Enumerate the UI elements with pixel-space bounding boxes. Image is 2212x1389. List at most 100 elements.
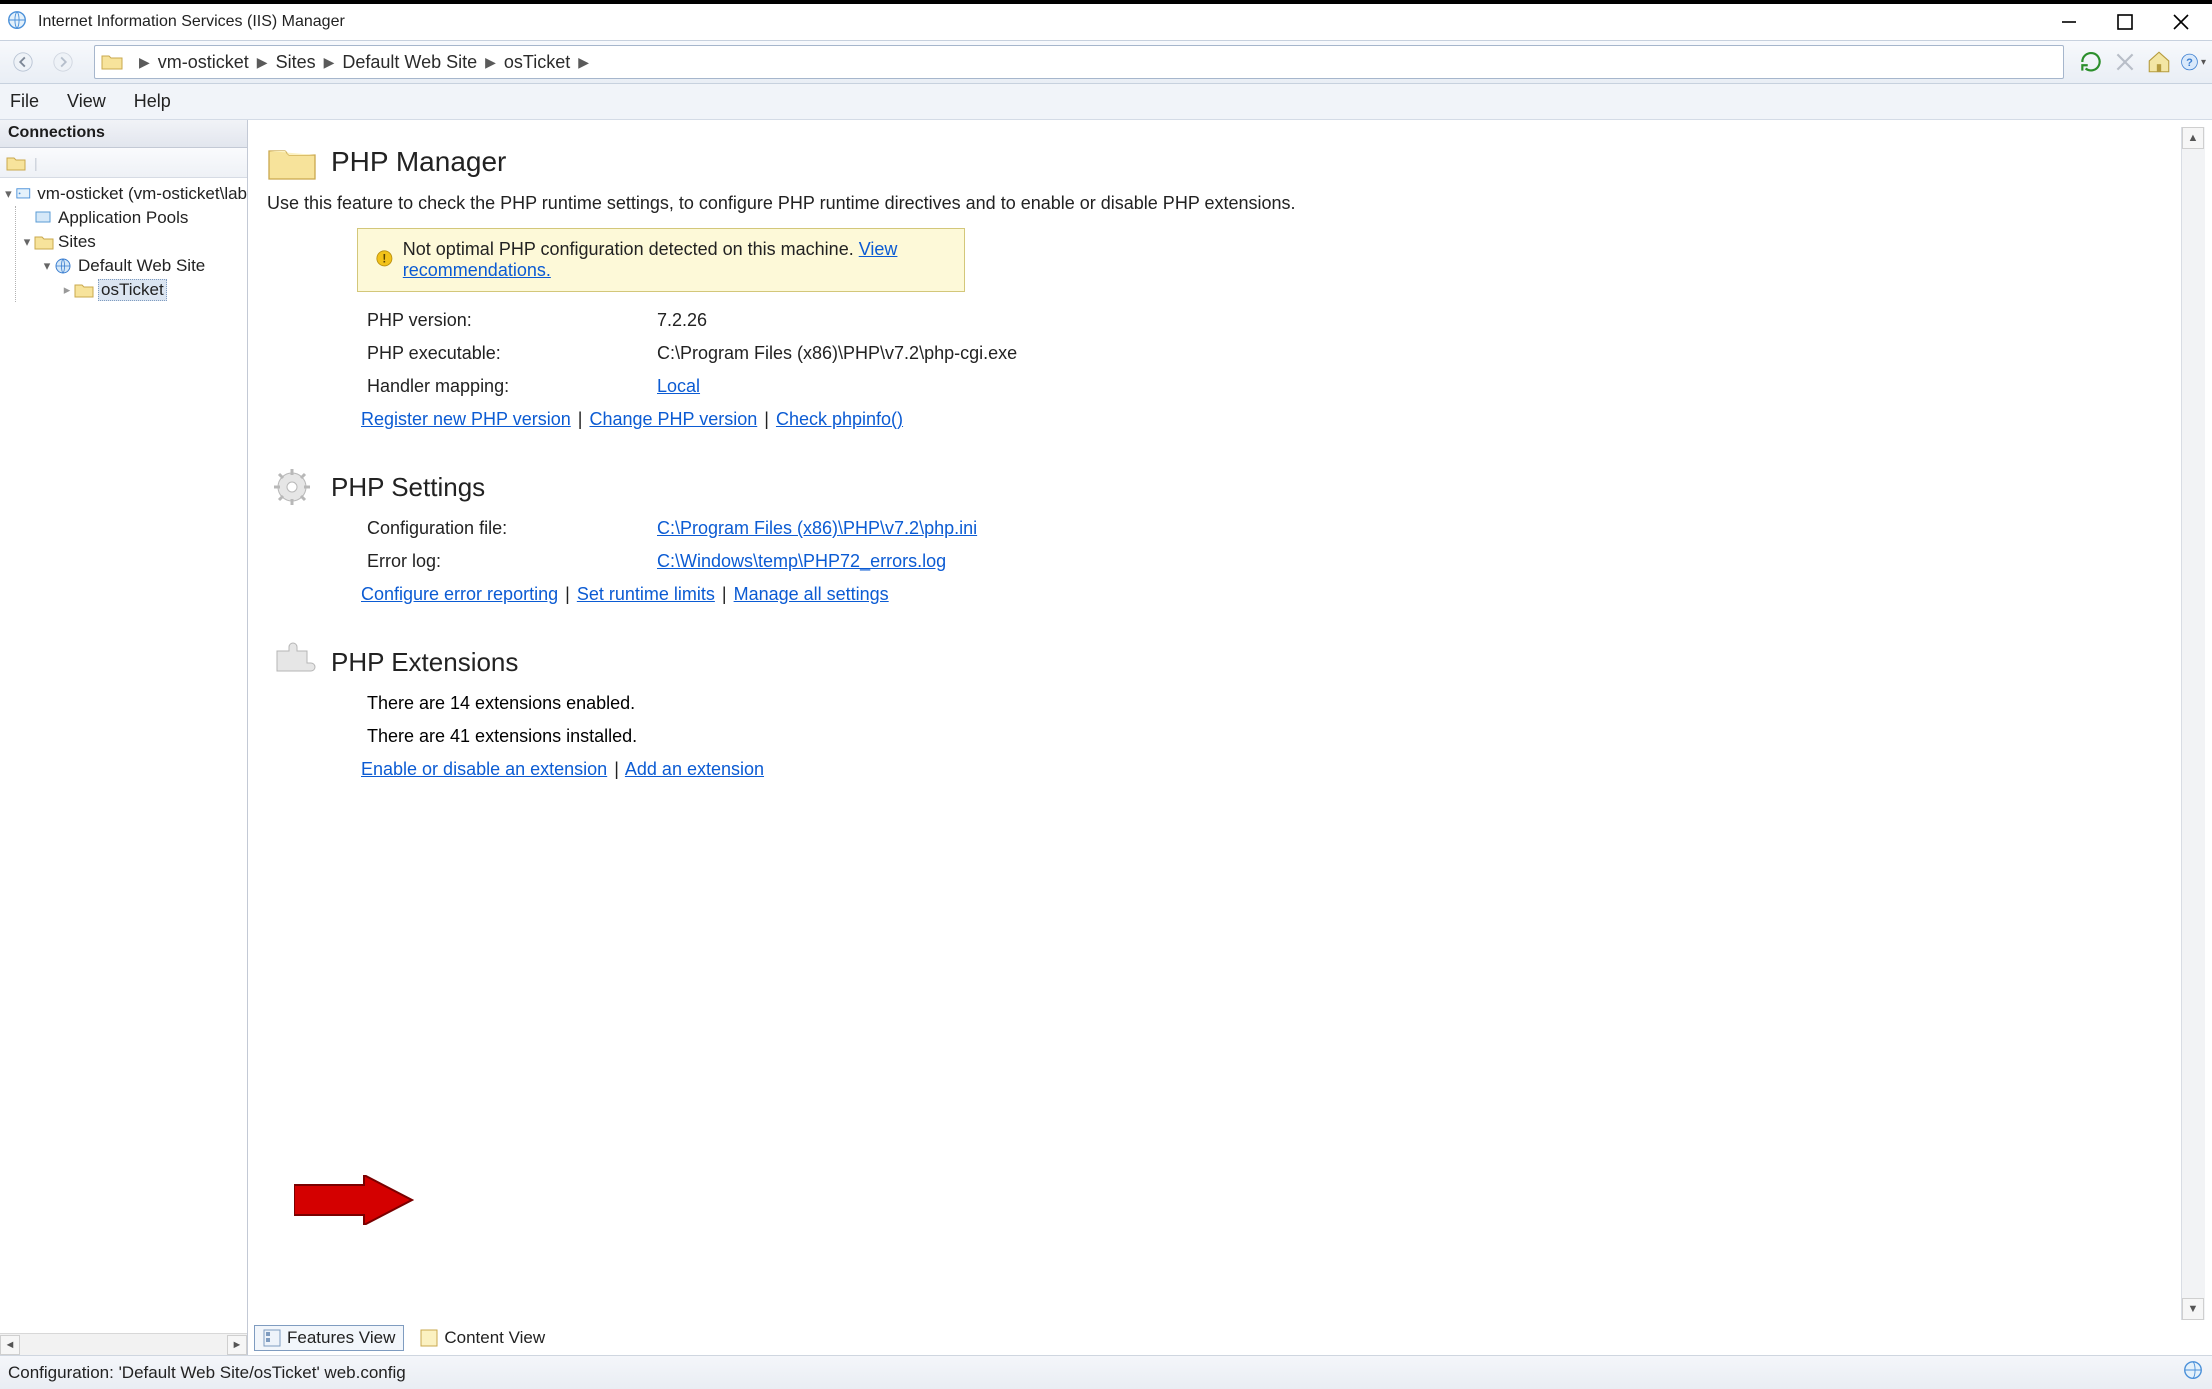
globe-icon <box>54 257 74 275</box>
configure-error-reporting-link[interactable]: Configure error reporting <box>361 584 558 604</box>
set-runtime-limits-link[interactable]: Set runtime limits <box>577 584 715 604</box>
tab-features-view[interactable]: Features View <box>254 1325 404 1351</box>
tree-app-pools[interactable]: Application Pools <box>16 206 247 230</box>
main-area: Connections | ▾ vm-osticket (vm-osticket… <box>0 120 2212 1355</box>
breadcrumb[interactable]: ▶ vm-osticket ▶ Sites ▶ Default Web Site… <box>94 45 2064 79</box>
crumb-host[interactable]: vm-osticket <box>158 52 249 73</box>
puzzle-icon <box>267 641 317 683</box>
tree-osticket[interactable]: ▸ osTicket <box>16 278 247 302</box>
v-scrollbar[interactable]: ▲ ▼ <box>2181 127 2205 1320</box>
warning-icon: ! <box>376 250 393 270</box>
home-icon[interactable] <box>2146 49 2172 75</box>
php-version-value: 7.2.26 <box>657 310 707 331</box>
app-pool-icon <box>34 209 54 227</box>
status-bar: Configuration: 'Default Web Site/osTicke… <box>0 1355 2212 1389</box>
tab-content-view[interactable]: Content View <box>412 1326 553 1350</box>
chevron-right-icon: ▶ <box>485 54 496 71</box>
chevron-right-icon[interactable]: ▸ <box>60 282 74 298</box>
page-description: Use this feature to check the PHP runtim… <box>267 193 2161 214</box>
tree-app-pools-label: Application Pools <box>58 208 188 228</box>
chevron-right-icon: ▶ <box>324 54 335 71</box>
help-icon[interactable]: ? ▾ <box>2180 49 2206 75</box>
error-log-label: Error log: <box>367 551 657 572</box>
php-extensions-title: PHP Extensions <box>331 647 518 678</box>
folder-icon <box>74 281 94 299</box>
menu-help[interactable]: Help <box>134 91 171 112</box>
config-file-link[interactable]: C:\Program Files (x86)\PHP\v7.2\php.ini <box>657 518 977 539</box>
chevron-right-icon: ▶ <box>139 54 150 71</box>
tree-default-site[interactable]: ▾ Default Web Site <box>16 254 247 278</box>
page-title: PHP Manager <box>331 146 506 178</box>
nav-forward-button[interactable] <box>46 45 80 79</box>
tree-sites[interactable]: ▾ Sites <box>16 230 247 254</box>
crumb-osticket[interactable]: osTicket <box>504 52 570 73</box>
tree-default-site-label: Default Web Site <box>78 256 205 276</box>
scroll-right-icon[interactable]: ► <box>227 1335 247 1355</box>
menu-view[interactable]: View <box>67 91 106 112</box>
status-text: Configuration: 'Default Web Site/osTicke… <box>8 1363 406 1383</box>
iis-icon <box>6 9 32 35</box>
folder-icon <box>101 53 123 71</box>
add-extension-link[interactable]: Add an extension <box>625 759 764 779</box>
change-php-link[interactable]: Change PHP version <box>589 409 757 429</box>
config-file-label: Configuration file: <box>367 518 657 539</box>
tab-content-label: Content View <box>444 1328 545 1348</box>
connections-tree: ▾ vm-osticket (vm-osticket\lab Applicati… <box>0 178 247 1333</box>
enable-disable-extension-link[interactable]: Enable or disable an extension <box>361 759 607 779</box>
php-version-label: PHP version: <box>367 310 657 331</box>
features-view-icon <box>263 1329 281 1347</box>
handler-mapping-label: Handler mapping: <box>367 376 657 397</box>
content-view-icon <box>420 1329 438 1347</box>
tab-features-label: Features View <box>287 1328 395 1348</box>
tree-h-scrollbar[interactable]: ◄ ► <box>0 1333 247 1355</box>
connect-icon[interactable] <box>6 154 26 172</box>
extensions-installed-text: There are 41 extensions installed. <box>367 726 2161 747</box>
maximize-button[interactable] <box>2110 7 2140 37</box>
svg-text:?: ? <box>2186 57 2193 69</box>
tree-root-label: vm-osticket (vm-osticket\lab <box>37 184 247 204</box>
chevron-down-icon[interactable]: ▾ <box>20 234 34 250</box>
scroll-up-icon[interactable]: ▲ <box>2182 127 2204 149</box>
connections-panel: Connections | ▾ vm-osticket (vm-osticket… <box>0 120 248 1355</box>
scroll-left-icon[interactable]: ◄ <box>0 1335 20 1355</box>
chevron-down-icon[interactable]: ▾ <box>2 186 15 202</box>
tree-root[interactable]: ▾ vm-osticket (vm-osticket\lab <box>2 182 247 206</box>
refresh-icon[interactable] <box>2078 49 2104 75</box>
server-icon <box>15 185 33 203</box>
stop-icon[interactable] <box>2112 49 2138 75</box>
folder-large-icon <box>267 141 317 183</box>
php-executable-value: C:\Program Files (x86)\PHP\v7.2\php-cgi.… <box>657 343 1017 364</box>
check-phpinfo-link[interactable]: Check phpinfo() <box>776 409 903 429</box>
window-title: Internet Information Services (IIS) Mana… <box>38 13 2054 31</box>
scroll-down-icon[interactable]: ▼ <box>2182 1298 2204 1320</box>
extensions-enabled-text: There are 14 extensions enabled. <box>367 693 2161 714</box>
close-button[interactable] <box>2166 7 2196 37</box>
minimize-button[interactable] <box>2054 7 2084 37</box>
annotation-arrow-icon <box>294 1175 414 1228</box>
view-tabs: Features View Content View <box>248 1321 2212 1355</box>
tree-osticket-label: osTicket <box>98 279 167 301</box>
chevron-down-icon[interactable]: ▾ <box>40 258 54 274</box>
manage-all-settings-link[interactable]: Manage all settings <box>734 584 889 604</box>
tree-sites-label: Sites <box>58 232 96 252</box>
warning-box: ! Not optimal PHP configuration detected… <box>357 228 965 292</box>
chevron-right-icon: ▶ <box>578 54 589 71</box>
connections-title: Connections <box>0 120 247 148</box>
error-log-link[interactable]: C:\Windows\temp\PHP72_errors.log <box>657 551 946 572</box>
nav-back-button[interactable] <box>6 45 40 79</box>
title-bar: Internet Information Services (IIS) Mana… <box>0 0 2212 40</box>
php-executable-label: PHP executable: <box>367 343 657 364</box>
menu-bar: File View Help <box>0 84 2212 120</box>
address-bar: ▶ vm-osticket ▶ Sites ▶ Default Web Site… <box>0 40 2212 84</box>
crumb-default-site[interactable]: Default Web Site <box>342 52 477 73</box>
chevron-right-icon: ▶ <box>257 54 268 71</box>
crumb-sites[interactable]: Sites <box>276 52 316 73</box>
register-php-link[interactable]: Register new PHP version <box>361 409 571 429</box>
status-iis-icon <box>2182 1359 2204 1386</box>
svg-text:!: ! <box>382 253 386 266</box>
handler-mapping-link[interactable]: Local <box>657 376 700 397</box>
php-settings-title: PHP Settings <box>331 472 485 503</box>
connections-toolbar: | <box>0 148 247 178</box>
menu-file[interactable]: File <box>10 91 39 112</box>
gear-icon <box>267 466 317 508</box>
